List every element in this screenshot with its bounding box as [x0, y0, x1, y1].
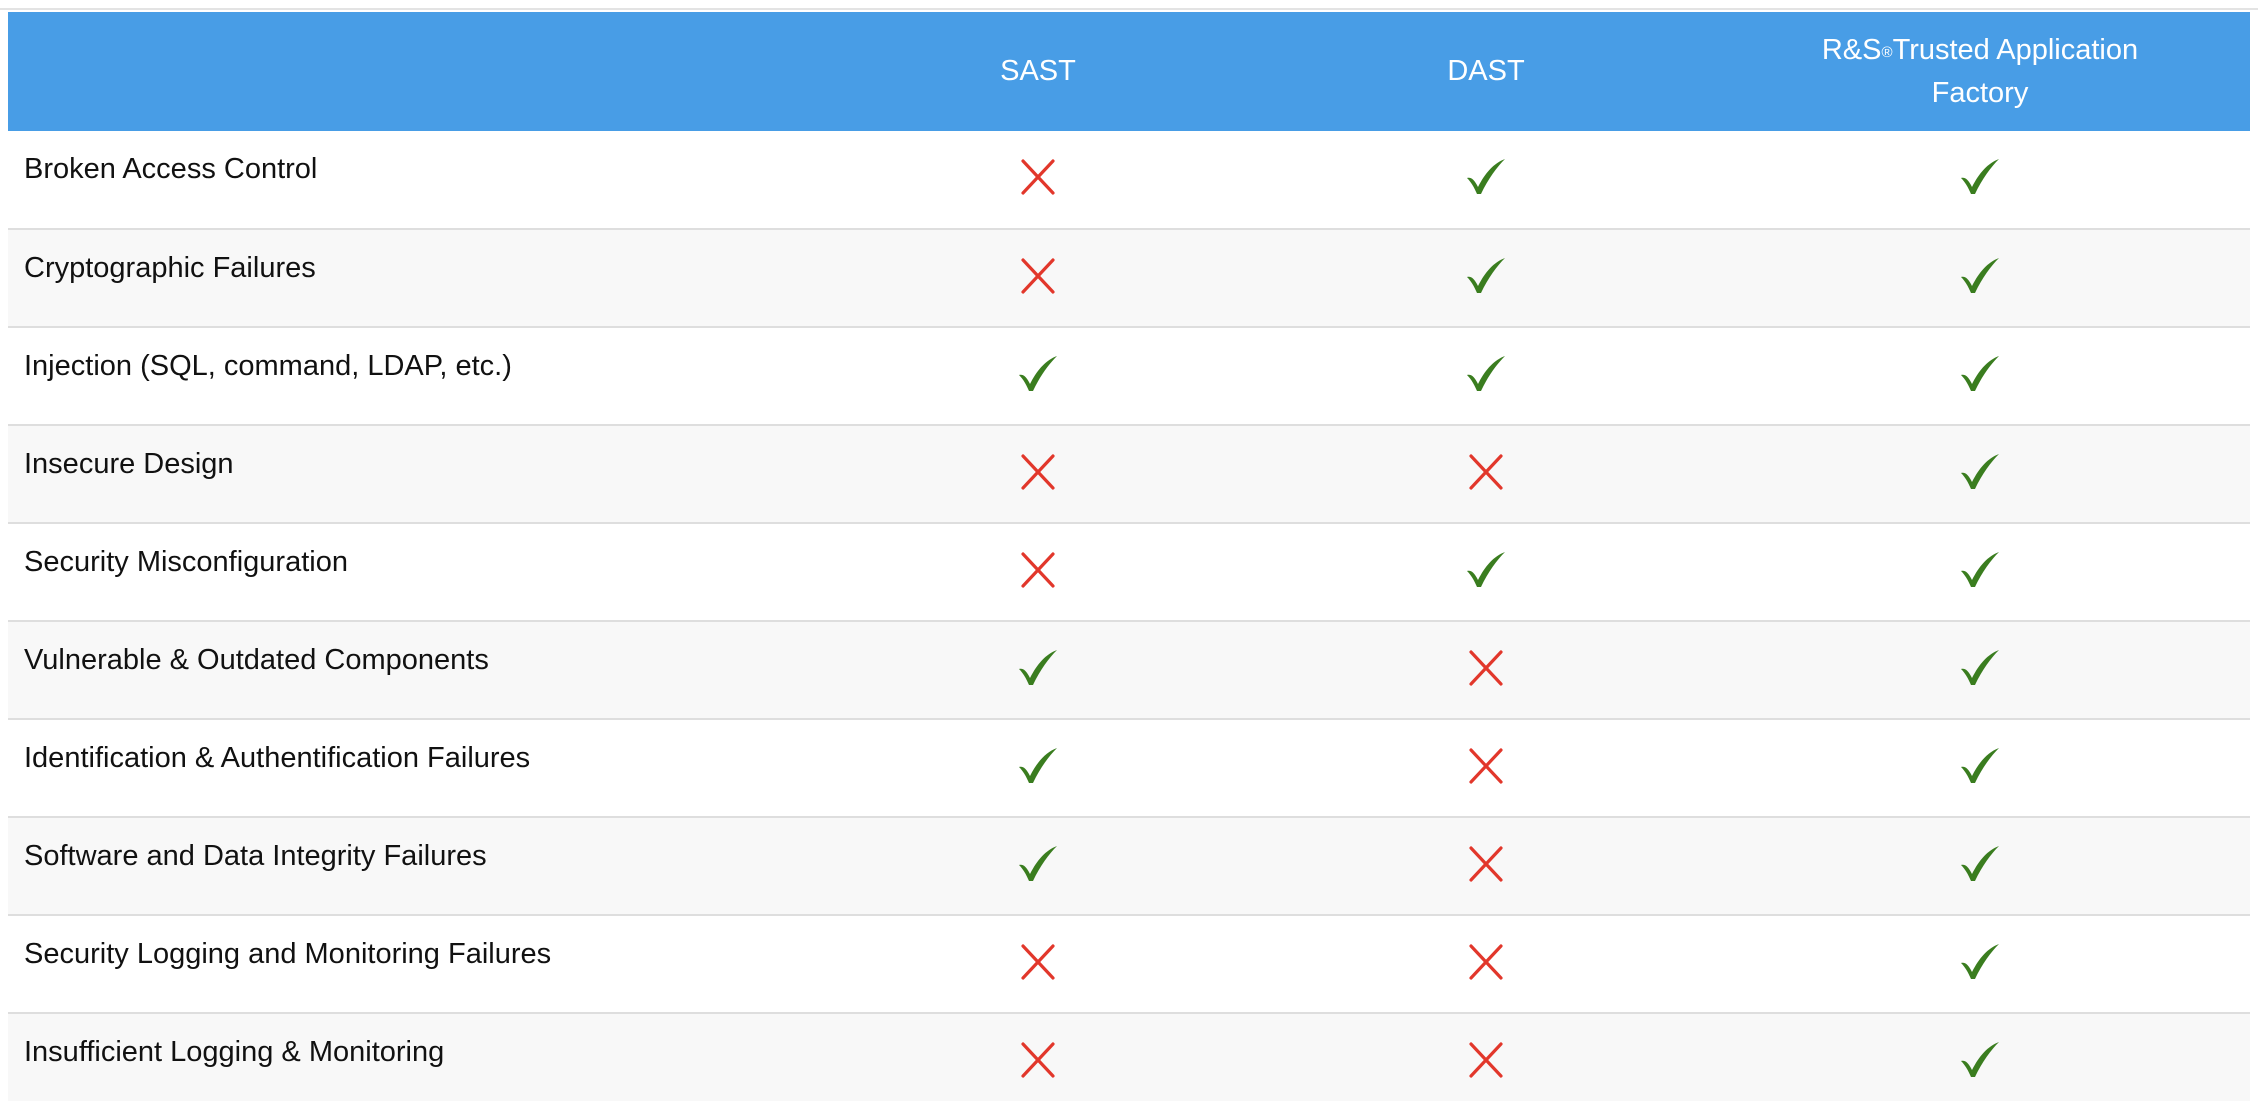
- cell-rs: [1710, 915, 2250, 1013]
- header-label-column: [8, 12, 814, 131]
- header-dast: DAST: [1447, 55, 1525, 87]
- cell-sast: [814, 621, 1262, 719]
- table-row: Security Misconfiguration: [8, 523, 2250, 621]
- check-icon: [1958, 648, 2002, 688]
- header-rs-trusted-application-factory: R&S®Trusted Application Factory: [1710, 12, 2250, 131]
- cell-sast: [814, 523, 1262, 621]
- cell-rs: [1710, 817, 2250, 915]
- cell-dast: [1262, 1013, 1710, 1101]
- cell-sast: [814, 327, 1262, 425]
- cross-icon: [1464, 452, 1508, 492]
- table-body: Broken Access Control Cryptographic Failu…: [8, 131, 2250, 1101]
- cell-rs: [1710, 327, 2250, 425]
- table-row: Identification & Authentification Failur…: [8, 719, 2250, 817]
- check-icon: [1464, 256, 1508, 296]
- check-icon: [1958, 942, 2002, 982]
- cell-dast: [1262, 817, 1710, 915]
- header-rs-line1: Trusted Application: [1892, 33, 2139, 66]
- cell-sast: [814, 915, 1262, 1013]
- table-row: Cryptographic Failures: [8, 229, 2250, 327]
- cross-icon: [1016, 550, 1060, 590]
- cell-dast: [1262, 425, 1710, 523]
- comparison-table: SAST DAST R&S®Trusted Application Factor…: [8, 12, 2250, 1101]
- check-icon: [1958, 746, 2002, 786]
- cross-icon: [1016, 452, 1060, 492]
- cell-sast: [814, 131, 1262, 229]
- cell-rs: [1710, 523, 2250, 621]
- table-row: Software and Data Integrity Failures: [8, 817, 2250, 915]
- cell-sast: [814, 229, 1262, 327]
- table-row: Vulnerable & Outdated Components: [8, 621, 2250, 719]
- cross-icon: [1016, 1040, 1060, 1080]
- row-label: Identification & Authentification Failur…: [24, 742, 531, 774]
- row-label: Security Misconfiguration: [24, 546, 348, 578]
- cell-rs: [1710, 131, 2250, 229]
- check-icon: [1958, 844, 2002, 884]
- cross-icon: [1464, 648, 1508, 688]
- cell-sast: [814, 817, 1262, 915]
- cell-dast: [1262, 621, 1710, 719]
- row-label: Insecure Design: [24, 448, 234, 480]
- row-label: Vulnerable & Outdated Components: [24, 644, 489, 676]
- cross-icon: [1464, 942, 1508, 982]
- cell-dast: [1262, 131, 1710, 229]
- check-icon: [1016, 354, 1060, 394]
- check-icon: [1016, 844, 1060, 884]
- row-label: Security Logging and Monitoring Failures: [24, 938, 552, 970]
- row-label: Software and Data Integrity Failures: [24, 840, 487, 872]
- cell-rs: [1710, 425, 2250, 523]
- row-label: Insufficient Logging & Monitoring: [24, 1036, 445, 1068]
- check-icon: [1016, 648, 1060, 688]
- check-icon: [1958, 550, 2002, 590]
- check-icon: [1958, 354, 2002, 394]
- cell-dast: [1262, 719, 1710, 817]
- cross-icon: [1464, 1040, 1508, 1080]
- cell-rs: [1710, 1013, 2250, 1101]
- table-row: Insecure Design: [8, 425, 2250, 523]
- table-row: Broken Access Control: [8, 131, 2250, 229]
- check-icon: [1958, 256, 2002, 296]
- table-row: Security Logging and Monitoring Failures: [8, 915, 2250, 1013]
- table-header-row: SAST DAST R&S®Trusted Application Factor…: [8, 12, 2250, 131]
- cross-icon: [1016, 157, 1060, 197]
- check-icon: [1464, 550, 1508, 590]
- row-label: Broken Access Control: [24, 153, 318, 185]
- cross-icon: [1016, 256, 1060, 296]
- cell-dast: [1262, 327, 1710, 425]
- table-row: Injection (SQL, command, LDAP, etc.): [8, 327, 2250, 425]
- cell-dast: [1262, 523, 1710, 621]
- cell-sast: [814, 425, 1262, 523]
- cell-rs: [1710, 719, 2250, 817]
- header-rs-line2: Factory: [1931, 76, 2029, 109]
- row-label: Cryptographic Failures: [24, 252, 316, 284]
- table-row: Insufficient Logging & Monitoring: [8, 1013, 2250, 1101]
- header-rs-prefix: R&S: [1821, 33, 1882, 66]
- check-icon: [1016, 746, 1060, 786]
- cell-dast: [1262, 915, 1710, 1013]
- cell-sast: [814, 719, 1262, 817]
- cross-icon: [1464, 844, 1508, 884]
- cell-dast: [1262, 229, 1710, 327]
- check-icon: [1958, 452, 2002, 492]
- check-icon: [1464, 354, 1508, 394]
- registered-mark: ®: [1881, 43, 1893, 61]
- top-border: [0, 0, 2258, 10]
- cell-rs: [1710, 621, 2250, 719]
- cross-icon: [1016, 942, 1060, 982]
- check-icon: [1464, 157, 1508, 197]
- header-sast: SAST: [1000, 55, 1076, 87]
- cell-rs: [1710, 229, 2250, 327]
- cross-icon: [1464, 746, 1508, 786]
- cell-sast: [814, 1013, 1262, 1101]
- check-icon: [1958, 1040, 2002, 1080]
- row-label: Injection (SQL, command, LDAP, etc.): [24, 350, 512, 382]
- check-icon: [1958, 157, 2002, 197]
